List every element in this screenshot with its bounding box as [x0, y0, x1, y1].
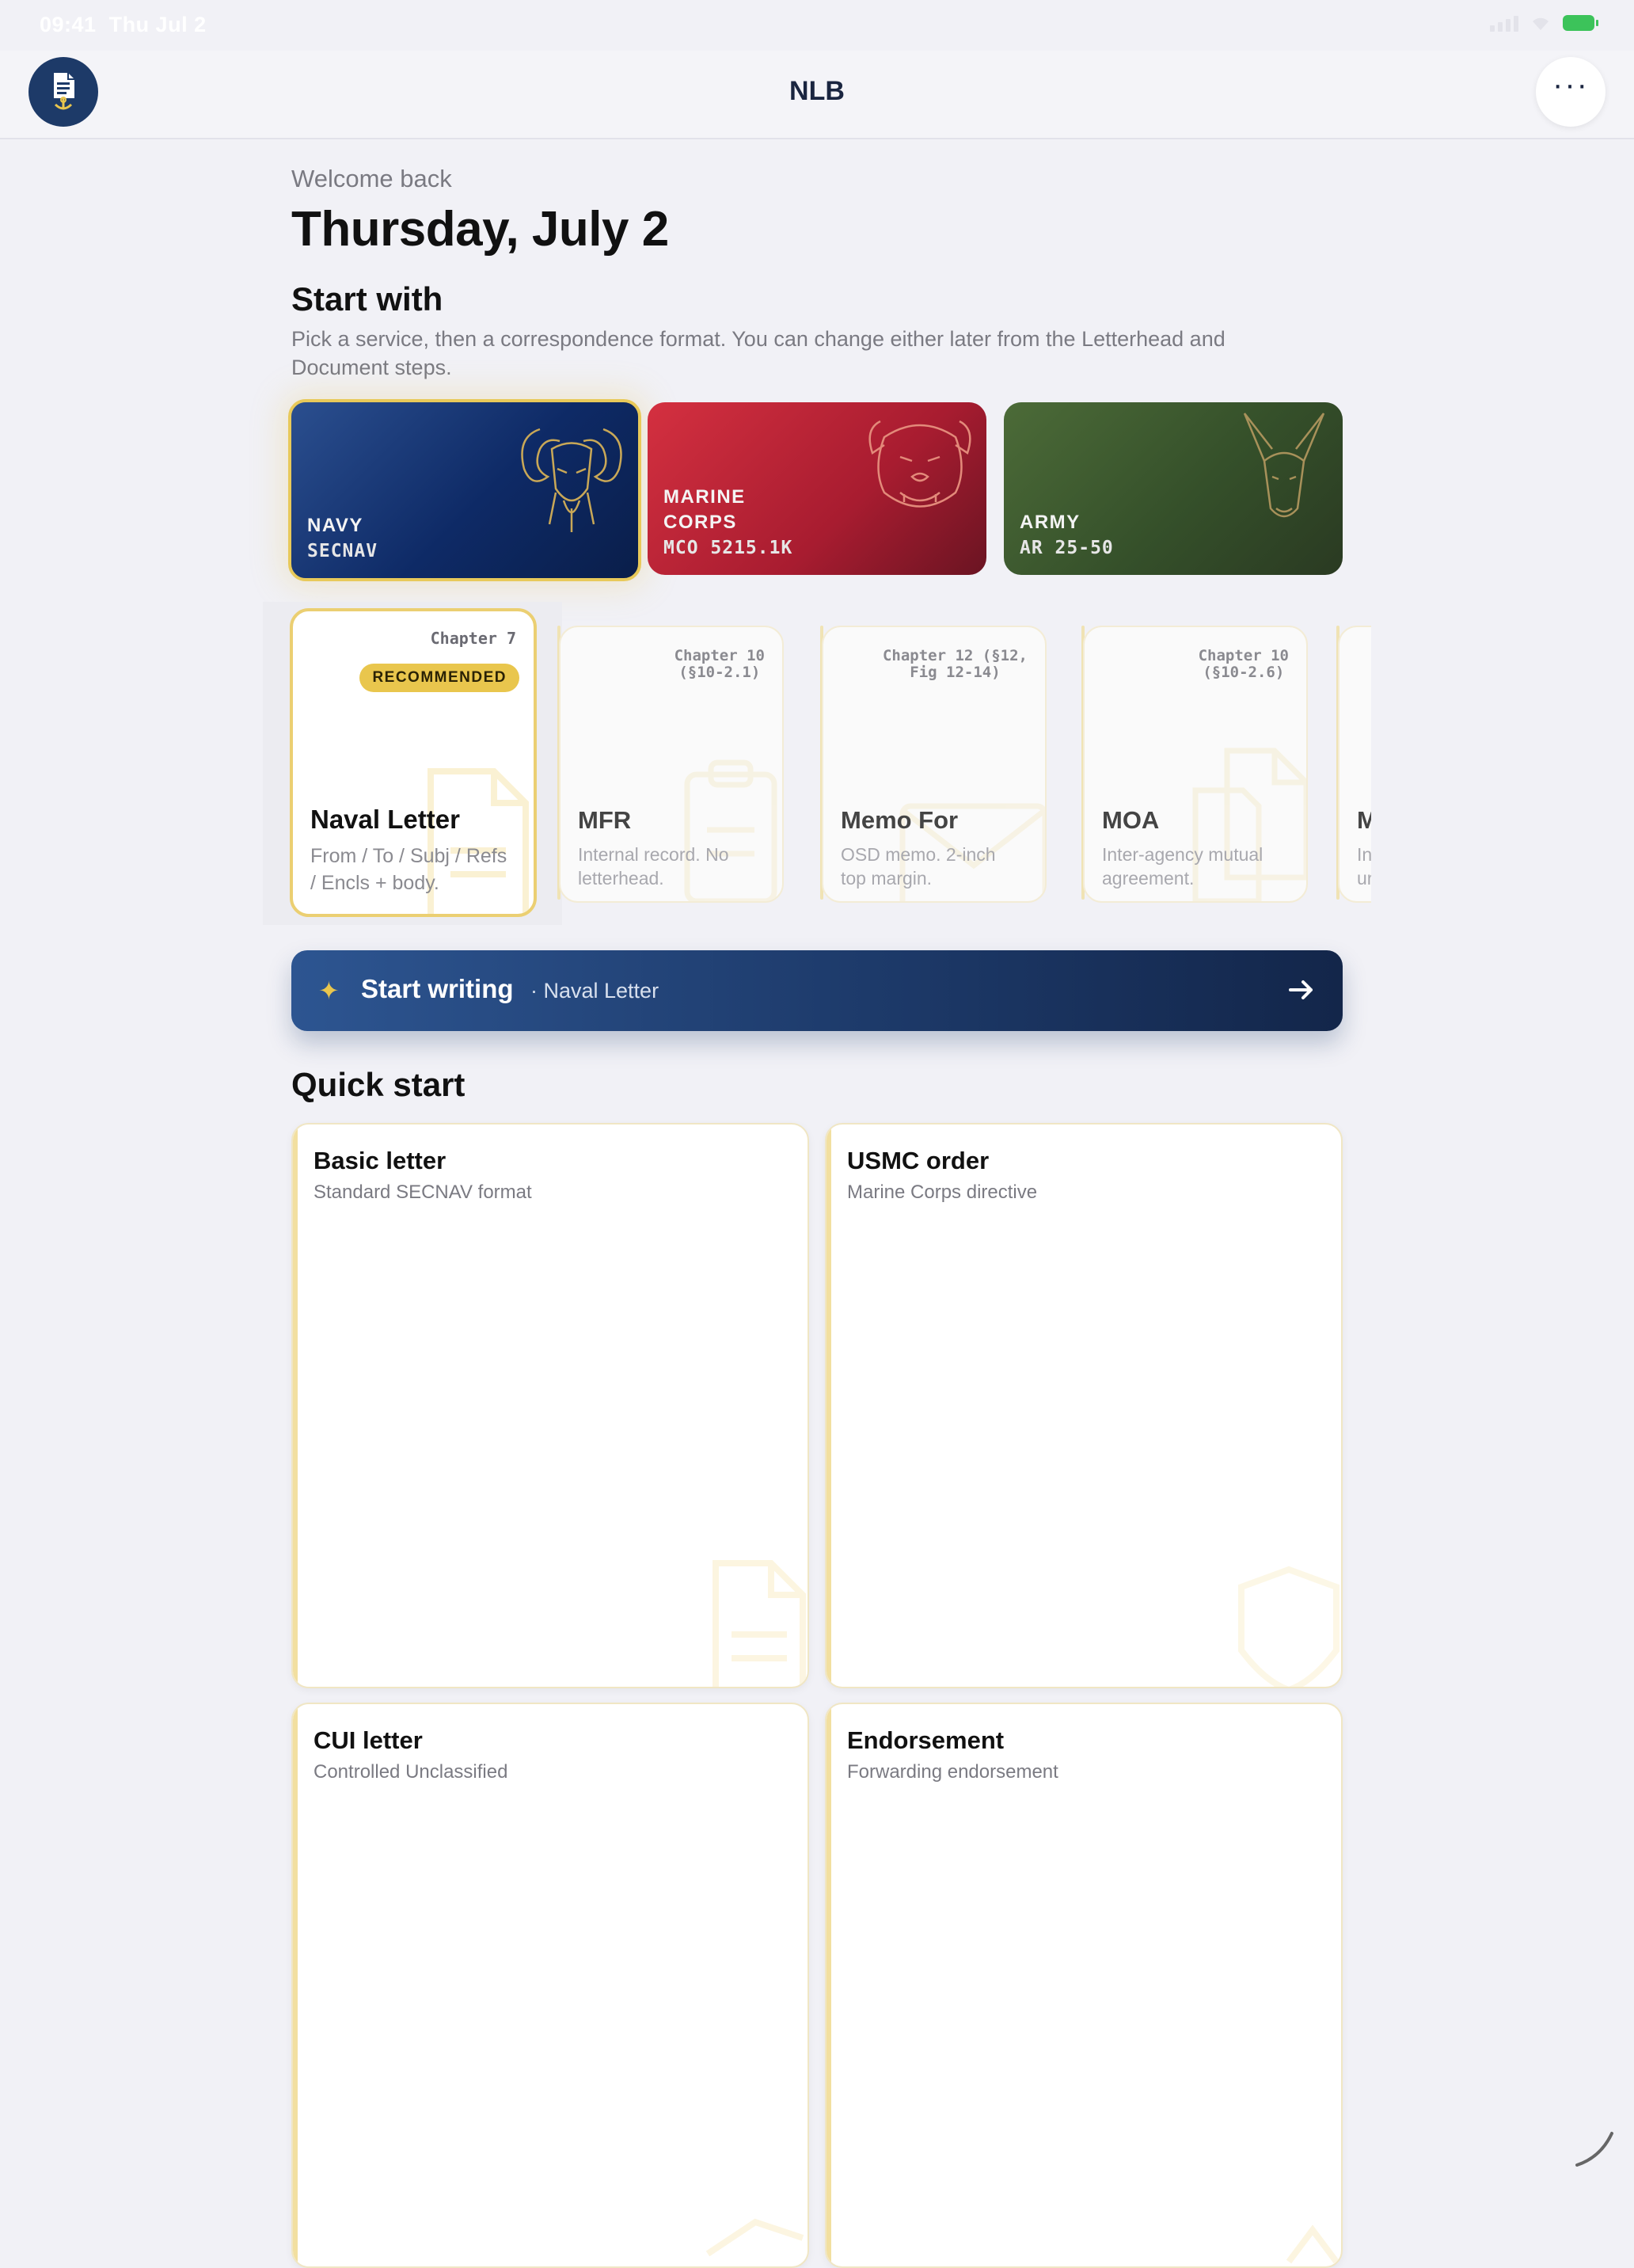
format-chapter: Chapter 7	[430, 629, 516, 648]
ram-icon	[521, 428, 622, 532]
format-name: MOA	[1102, 806, 1160, 834]
start-writing-button[interactable]: ✦ Start writing · Naval Letter	[291, 950, 1343, 1031]
quick-start-subtitle: Forwarding endorsement	[847, 1761, 1058, 1783]
quick-start-title: CUI letter	[314, 1726, 423, 1754]
nav-title: NLB	[789, 76, 845, 106]
format-card-moa[interactable]: Chapter 10 (§10-2.6) MOA Inter-agency mu…	[1083, 626, 1308, 903]
shield-icon	[1238, 1566, 1340, 1687]
service-label-army: ARMY AR 25-50	[1020, 512, 1114, 558]
quick-start-subtitle: Standard SECNAV format	[314, 1182, 532, 1203]
more-icon: ···	[1552, 67, 1589, 102]
format-card-naval-letter[interactable]: Chapter 7 RECOMMENDED Naval Letter From …	[290, 608, 537, 917]
status-icons	[1490, 14, 1598, 32]
signal-icon	[1490, 14, 1518, 32]
format-chapter: Chapter 12 (§12, Fig 12-14)	[882, 647, 1028, 681]
format-description: Inter-agency mutual agreement.	[1102, 844, 1264, 889]
format-card-mfr[interactable]: Chapter 10 (§10-2.1) MFR Internal record…	[559, 626, 784, 903]
status-time: 09:41 Thu Jul 2	[40, 13, 207, 36]
start-with-subtitle: Pick a service, then a correspondence fo…	[291, 327, 1226, 379]
start-writing-context: · Naval Letter	[530, 979, 659, 1003]
format-description: Internal record. No letterhead.	[578, 844, 729, 889]
service-label-navy: NAVY SECNAV	[307, 515, 378, 561]
welcome-text: Welcome back	[291, 165, 452, 192]
shield-icon	[705, 2218, 804, 2257]
more-button[interactable]: ···	[1536, 57, 1606, 127]
start-with-heading: Start with	[291, 280, 443, 318]
format-carousel[interactable]: Chapter 7 RECOMMENDED Naval Letter From …	[263, 602, 1371, 925]
quick-start-heading: Quick start	[291, 1066, 466, 1103]
format-description: In ur	[1357, 844, 1371, 889]
service-card-army[interactable]: ARMY AR 25-50	[1004, 402, 1343, 575]
forward-icon	[1286, 2224, 1340, 2264]
service-card-navy[interactable]: NAVY SECNAV	[288, 399, 641, 581]
quick-start-endorsement[interactable]: Endorsement Forwarding endorsement	[825, 1703, 1343, 2268]
format-card-memo-for[interactable]: Chapter 12 (§12, Fig 12-14) Memo For OSD…	[822, 626, 1047, 903]
start-writing-label: Start writing	[361, 974, 514, 1003]
bulldog-icon	[868, 420, 971, 508]
quick-start-title: Basic letter	[314, 1147, 446, 1174]
recommended-badge: RECOMMENDED	[359, 664, 519, 692]
format-name: Naval Letter	[310, 805, 460, 834]
format-description: From / To / Subj / Refs / Encls + body.	[310, 845, 507, 894]
status-bar: 09:41 Thu Jul 2	[0, 0, 1634, 51]
quick-start-subtitle: Marine Corps directive	[847, 1182, 1038, 1203]
service-card-marine-corps[interactable]: MARINE CORPS MCO 5215.1K	[648, 402, 986, 575]
arrow-right-icon	[1289, 980, 1313, 999]
format-chapter: Chapter 10 (§10-2.1)	[674, 647, 765, 681]
quick-start-subtitle: Controlled Unclassified	[314, 1761, 508, 1783]
pencil-scribble-icon	[1575, 2132, 1613, 2167]
quick-start-title: USMC order	[847, 1147, 990, 1174]
format-name: MFR	[578, 806, 632, 834]
mule-icon	[1243, 413, 1325, 518]
wifi-icon	[1533, 17, 1548, 30]
format-name: Memo For	[841, 806, 959, 834]
format-chapter: Chapter 10 (§10-2.6)	[1198, 647, 1289, 681]
quick-start-usmc-order[interactable]: USMC order Marine Corps directive	[825, 1123, 1343, 1688]
document-icon	[712, 1560, 806, 1687]
quick-start-cui-letter[interactable]: CUI letter Controlled Unclassified	[291, 1703, 809, 2268]
quick-start-title: Endorsement	[847, 1726, 1005, 1754]
format-description: OSD memo. 2-inch top margin.	[841, 844, 996, 889]
format-name: M	[1357, 806, 1371, 835]
sparkle-icon: ✦	[318, 976, 340, 1005]
page-title: Thursday, July 2	[291, 202, 669, 257]
quick-start-basic-letter[interactable]: Basic letter Standard SECNAV format	[291, 1123, 809, 1688]
service-label-marine-corps: MARINE CORPS MCO 5215.1K	[663, 486, 793, 558]
battery-icon	[1563, 15, 1598, 31]
nav-bar: NLB ···	[0, 51, 1634, 139]
format-card-partial[interactable]: M In ur	[1338, 626, 1371, 903]
